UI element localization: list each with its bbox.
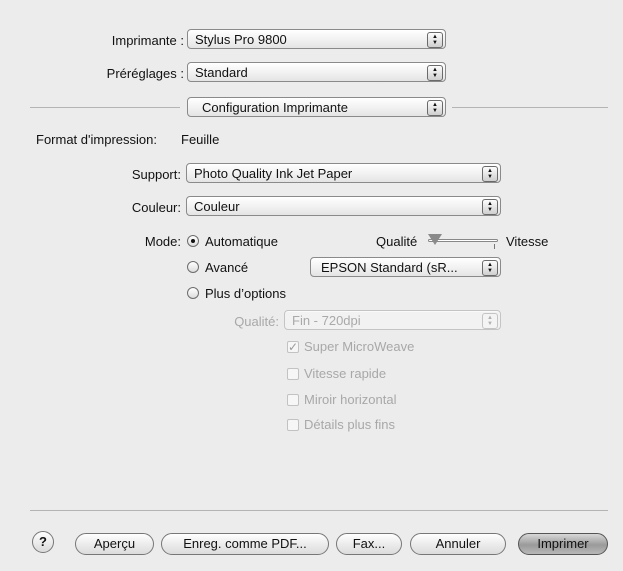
separator-right xyxy=(452,107,608,108)
color-mode-value: EPSON Standard (sR... xyxy=(321,260,458,275)
quality-label: Qualité: xyxy=(234,314,279,329)
help-button[interactable]: ? xyxy=(32,531,54,553)
popup-arrows-icon: ▲ ▼ xyxy=(482,199,498,215)
mode-advanced-radio[interactable] xyxy=(187,261,199,273)
print-format-value: Feuille xyxy=(181,132,220,147)
bottom-separator xyxy=(30,510,608,511)
color-popup[interactable]: Couleur ▲ ▼ xyxy=(186,196,501,216)
popup-arrows-icon: ▲ ▼ xyxy=(427,100,443,116)
panel-menu-value: Configuration Imprimante xyxy=(202,100,348,115)
mode-more-options-label[interactable]: Plus d’options xyxy=(205,286,286,301)
slider-quality-label: Qualité xyxy=(376,234,418,249)
printer-label: Imprimante : xyxy=(111,33,184,48)
quality-value: Fin - 720dpi xyxy=(292,313,361,328)
mode-automatic-label[interactable]: Automatique xyxy=(205,234,278,249)
fax-button[interactable]: Fax... xyxy=(336,533,402,555)
super-microweave-label: Super MicroWeave xyxy=(304,339,415,354)
printer-popup[interactable]: Stylus Pro 9800 ▲ ▼ xyxy=(187,29,446,49)
cancel-button[interactable]: Annuler xyxy=(410,533,506,555)
media-value: Photo Quality Ink Jet Paper xyxy=(194,166,353,181)
mode-label: Mode: xyxy=(144,234,181,249)
media-popup[interactable]: Photo Quality Ink Jet Paper ▲ ▼ xyxy=(186,163,501,183)
color-label: Couleur: xyxy=(131,200,181,215)
preview-button[interactable]: Aperçu xyxy=(75,533,154,555)
popup-arrows-icon: ▲ ▼ xyxy=(482,166,498,182)
quality-popup: Fin - 720dpi ▲ ▼ xyxy=(284,310,501,330)
quality-speed-slider[interactable] xyxy=(428,234,498,250)
separator-left xyxy=(30,107,180,108)
presets-label: Préréglages : xyxy=(106,66,184,81)
vitesse-rapide-checkbox xyxy=(287,368,299,380)
color-value: Couleur xyxy=(194,199,240,214)
media-label: Support: xyxy=(131,167,181,182)
vitesse-rapide-label: Vitesse rapide xyxy=(304,366,387,381)
popup-arrows-icon: ▲ ▼ xyxy=(482,260,498,276)
popup-arrows-icon: ▲ ▼ xyxy=(482,313,498,329)
color-mode-popup[interactable]: EPSON Standard (sR... ▲ ▼ xyxy=(310,257,501,277)
details-plus-fins-checkbox xyxy=(287,419,299,431)
print-format-label: Format d'impression: xyxy=(36,132,157,147)
mode-advanced-label[interactable]: Avancé xyxy=(205,260,248,275)
panel-menu-popup[interactable]: Configuration Imprimante ▲ ▼ xyxy=(187,97,446,117)
miroir-horizontal-checkbox xyxy=(287,394,299,406)
printer-value: Stylus Pro 9800 xyxy=(195,32,287,47)
popup-arrows-icon: ▲ ▼ xyxy=(427,65,443,81)
slider-thumb-icon[interactable] xyxy=(428,234,442,245)
mode-automatic-radio[interactable] xyxy=(187,235,199,247)
miroir-horizontal-label: Miroir horizontal xyxy=(304,392,397,407)
slider-tick xyxy=(494,244,495,249)
presets-value: Standard xyxy=(195,65,248,80)
super-microweave-checkbox: ✓ xyxy=(287,340,299,354)
print-button[interactable]: Imprimer xyxy=(518,533,608,555)
popup-arrows-icon: ▲ ▼ xyxy=(427,32,443,48)
save-as-pdf-button[interactable]: Enreg. comme PDF... xyxy=(161,533,329,555)
slider-speed-label: Vitesse xyxy=(506,234,549,249)
presets-popup[interactable]: Standard ▲ ▼ xyxy=(187,62,446,82)
details-plus-fins-label: Détails plus fins xyxy=(304,417,396,432)
mode-more-options-radio[interactable] xyxy=(187,287,199,299)
